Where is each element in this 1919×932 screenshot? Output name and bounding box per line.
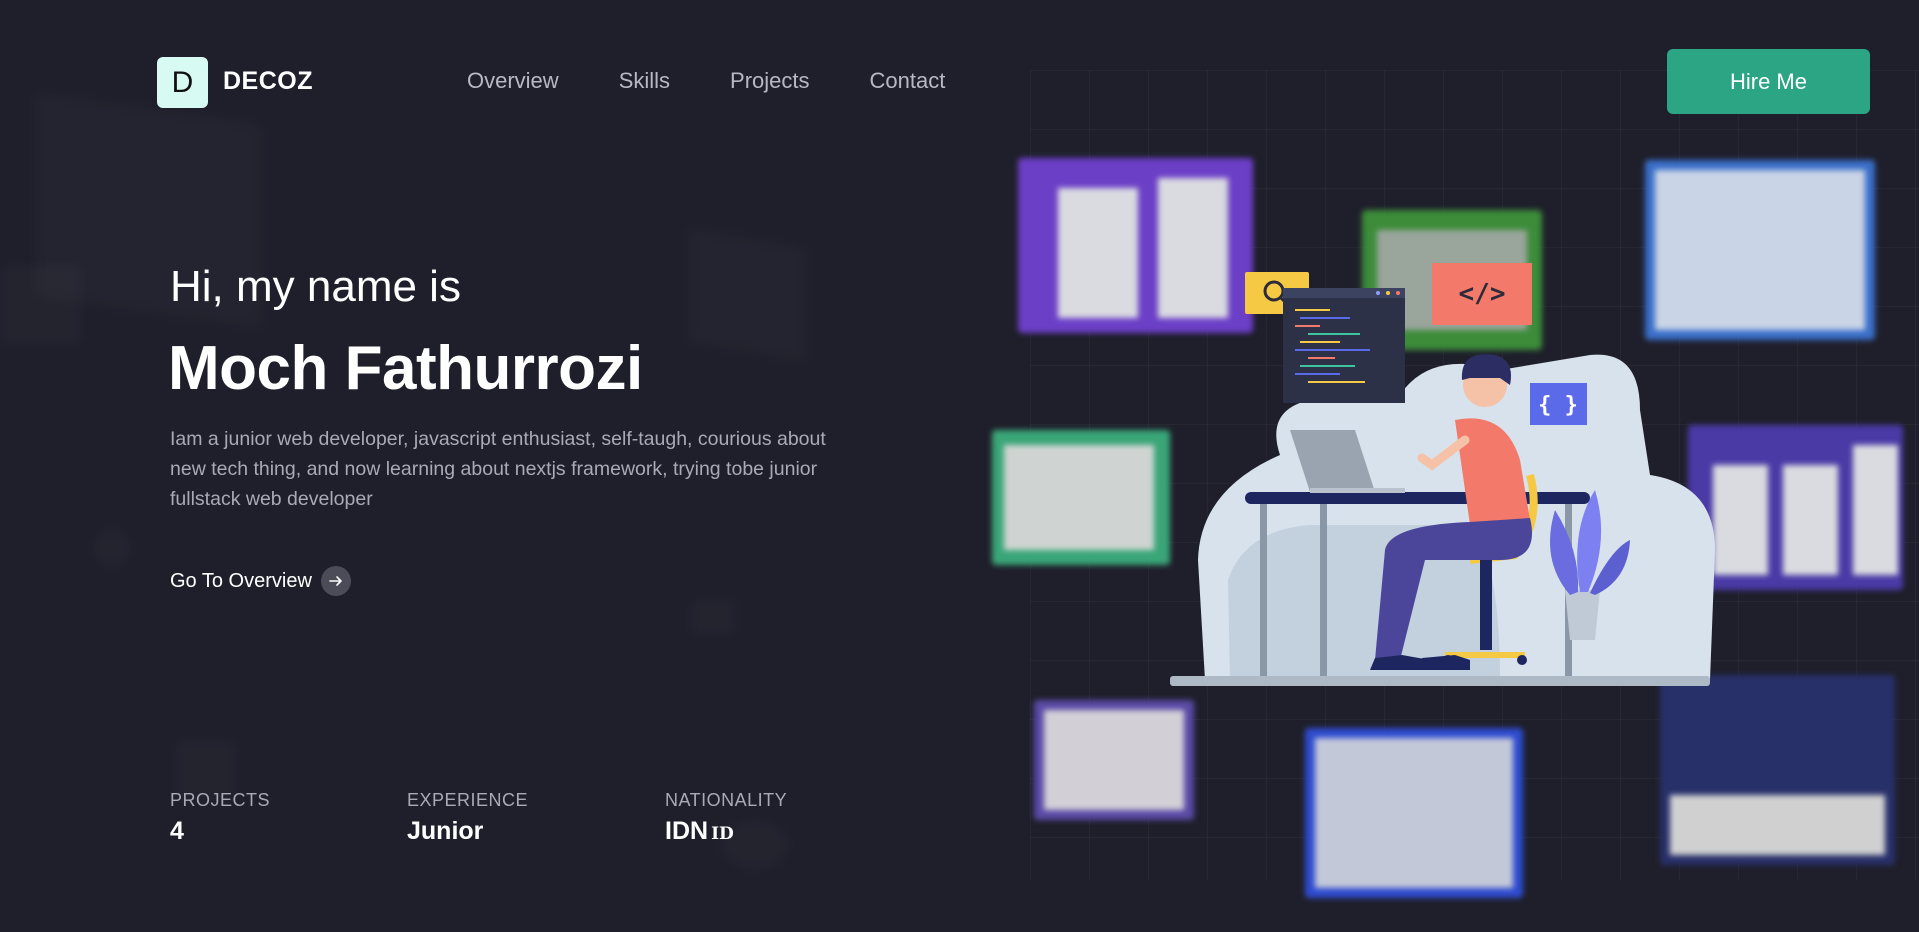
project-thumbnail [1688,425,1903,590]
flag-code: ID [711,824,734,844]
braces-icon: { } [1530,383,1587,425]
stat-projects: PROJECTS 4 [170,790,270,846]
stat-label: PROJECTS [170,790,271,810]
portfolio-page: D DECOZ Overview Skills Projects Contact… [0,0,1919,932]
stat-value: 4 [170,817,184,845]
hero-description: Iam a junior web developer, javascript e… [170,428,826,510]
project-thumbnail [1660,675,1895,865]
project-thumbnail [1034,700,1194,820]
logo-icon[interactable]: D [157,57,208,108]
stat-label: EXPERIENCE [407,790,529,810]
code-window [1283,288,1405,403]
project-thumbnail [1305,728,1523,898]
hero-name: Moch Fathurrozi [168,334,643,403]
stat-value: IDN [665,817,709,845]
stat-label: NATIONALITY [665,790,788,810]
cta-label: Go To Overview [170,569,312,592]
hire-me-button[interactable]: Hire Me [1667,49,1870,114]
go-to-overview-link[interactable]: Go To Overview [170,566,351,596]
nav-item-projects[interactable]: Projects [730,68,809,94]
project-thumbnail [992,430,1170,565]
decorative-shape [690,230,805,360]
stat-nationality: NATIONALITY IDN ID [665,790,787,846]
decorative-shape [0,265,82,345]
code-tag-icon: </> [1432,263,1532,325]
greeting-text: Hi, my name is [170,262,461,311]
nav-item-overview[interactable]: Overview [467,68,559,94]
nav-item-skills[interactable]: Skills [619,68,670,94]
svg-text:</>: </> [1459,279,1506,309]
stat-experience: EXPERIENCE Junior [407,790,528,846]
logo-text[interactable]: DECOZ [223,67,313,96]
stat-value-wrap: IDN ID [665,817,787,846]
nav-item-contact[interactable]: Contact [870,68,946,94]
arrow-right-icon [320,566,351,596]
main-nav: Overview Skills Projects Contact [467,68,1005,94]
developer-illustration: </> { } [1170,263,1715,686]
stat-value: Junior [407,817,484,845]
decorative-shape [690,600,735,635]
logo-letter: D [171,65,194,99]
svg-text:{ }: { } [1538,393,1578,418]
decorative-shape [92,528,132,568]
